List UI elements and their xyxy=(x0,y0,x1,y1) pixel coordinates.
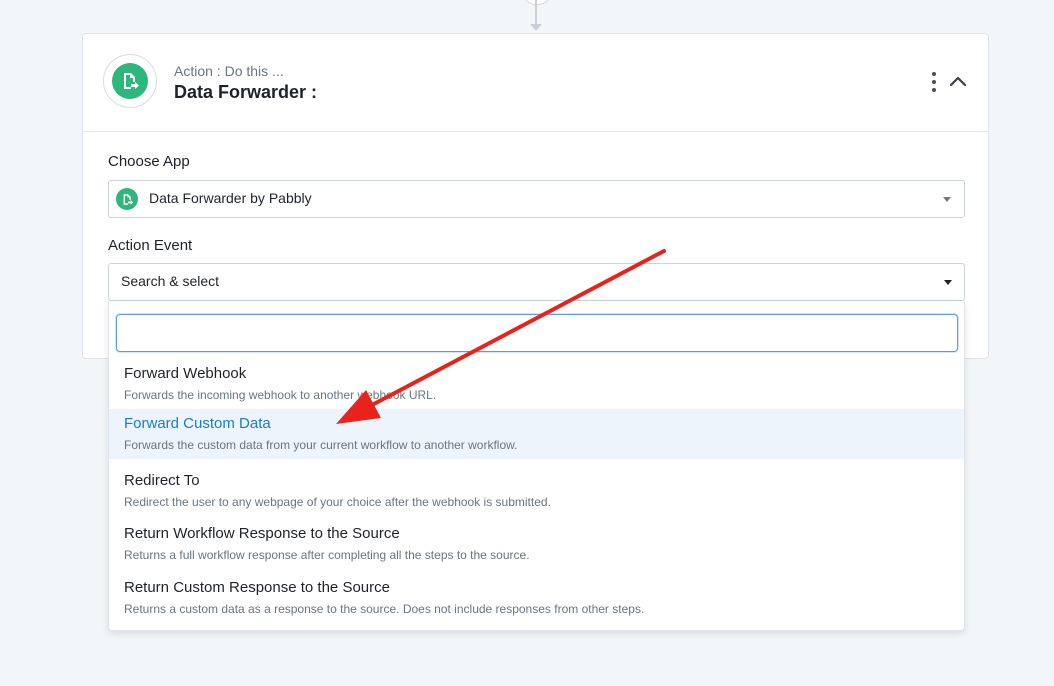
dropdown-search-input[interactable] xyxy=(116,314,958,352)
option-return-custom-response[interactable]: Return Custom Response to the Source Ret… xyxy=(109,573,964,623)
option-description: Returns a full workflow response after c… xyxy=(124,548,530,562)
data-forwarder-icon xyxy=(116,188,138,210)
option-title: Return Workflow Response to the Source xyxy=(124,525,400,542)
chevron-up-icon[interactable] xyxy=(948,72,968,92)
option-return-workflow-response[interactable]: Return Workflow Response to the Source R… xyxy=(109,519,964,569)
action-event-label: Action Event xyxy=(108,237,193,254)
option-description: Returns a custom data as a response to t… xyxy=(124,602,645,616)
connector-arrow-icon xyxy=(530,24,542,31)
option-title: Redirect To xyxy=(124,472,200,489)
choose-app-value: Data Forwarder by Pabbly xyxy=(149,190,312,206)
action-event-select[interactable]: Search & select xyxy=(108,263,965,301)
option-title: Forward Webhook xyxy=(124,365,247,382)
choose-app-select[interactable]: Data Forwarder by Pabbly xyxy=(108,180,965,218)
option-title: Forward Custom Data xyxy=(124,415,271,432)
option-description: Forwards the incoming webhook to another… xyxy=(124,388,437,402)
connector-node xyxy=(522,0,552,5)
action-event-dropdown: Forward Webhook Forwards the incoming we… xyxy=(108,301,965,631)
option-description: Redirect the user to any webpage of your… xyxy=(124,495,551,509)
choose-app-label: Choose App xyxy=(108,153,190,170)
data-forwarder-icon xyxy=(112,63,148,99)
option-description: Forwards the custom data from your curre… xyxy=(124,438,518,452)
action-label: Action : Do this ... xyxy=(174,63,284,79)
connector-line xyxy=(535,0,537,26)
app-icon-badge xyxy=(103,54,157,108)
action-event-placeholder: Search & select xyxy=(121,273,220,289)
card-header[interactable]: Action : Do this ... Data Forwarder : xyxy=(83,34,988,132)
step-title: Data Forwarder : xyxy=(174,82,318,102)
option-redirect-to[interactable]: Redirect To Redirect the user to any web… xyxy=(109,466,964,516)
caret-down-icon xyxy=(944,280,952,285)
option-forward-webhook[interactable]: Forward Webhook Forwards the incoming we… xyxy=(109,359,964,409)
option-forward-custom-data[interactable]: Forward Custom Data Forwards the custom … xyxy=(109,409,964,459)
more-vertical-icon[interactable] xyxy=(927,72,941,92)
option-title: Return Custom Response to the Source xyxy=(124,579,390,596)
caret-down-icon xyxy=(943,197,951,202)
